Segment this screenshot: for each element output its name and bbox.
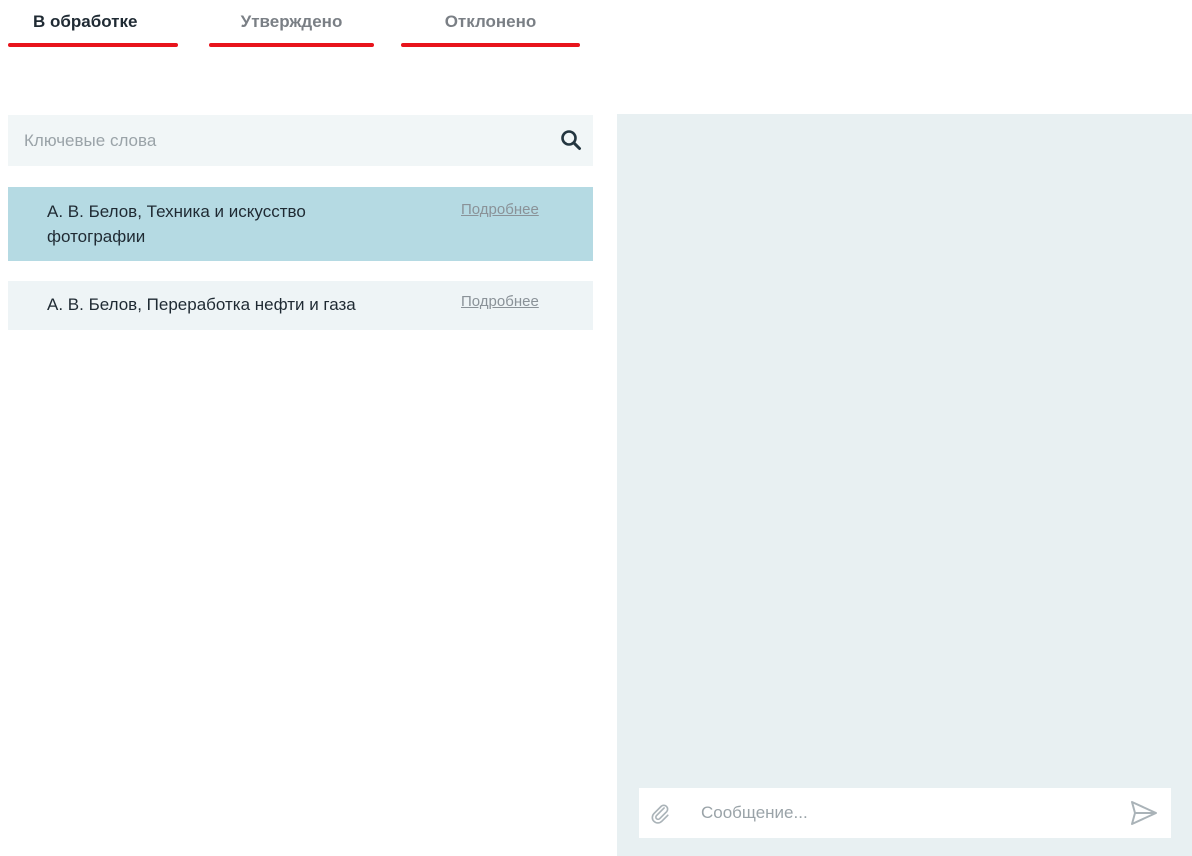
- tab-underline: [8, 43, 178, 47]
- tab-label: В обработке: [33, 12, 138, 31]
- message-input[interactable]: [691, 788, 1121, 838]
- request-title: А. В. Белов, Переработка нефти и газа: [47, 295, 356, 314]
- tab-underline: [401, 43, 580, 47]
- details-link[interactable]: Подробнее: [461, 293, 539, 310]
- tab-rejected[interactable]: Отклонено: [401, 10, 580, 50]
- details-link[interactable]: Подробнее: [461, 201, 539, 218]
- message-composer: [639, 788, 1171, 838]
- request-list-item[interactable]: А. В. Белов, Переработка нефти и газа По…: [8, 281, 593, 330]
- search-bar: [8, 115, 593, 166]
- status-tabs: В обработке Утверждено Отклонено: [0, 0, 600, 60]
- tab-label: Утверждено: [240, 12, 343, 31]
- tab-label: Отклонено: [444, 12, 537, 31]
- tab-in-processing[interactable]: В обработке: [8, 10, 178, 50]
- request-list-item[interactable]: А. В. Белов, Техника и искусство фотогра…: [8, 187, 593, 261]
- send-icon[interactable]: [1130, 800, 1158, 826]
- page: В обработке Утверждено Отклонено А. В. Б…: [0, 0, 1192, 856]
- tab-underline: [209, 43, 374, 47]
- request-title: А. В. Белов, Техника и искусство фотогра…: [47, 202, 306, 246]
- paperclip-icon[interactable]: [649, 802, 671, 824]
- chat-panel: [617, 114, 1192, 856]
- search-input[interactable]: [8, 115, 548, 166]
- search-icon[interactable]: [559, 128, 583, 152]
- tab-approved[interactable]: Утверждено: [209, 10, 374, 50]
